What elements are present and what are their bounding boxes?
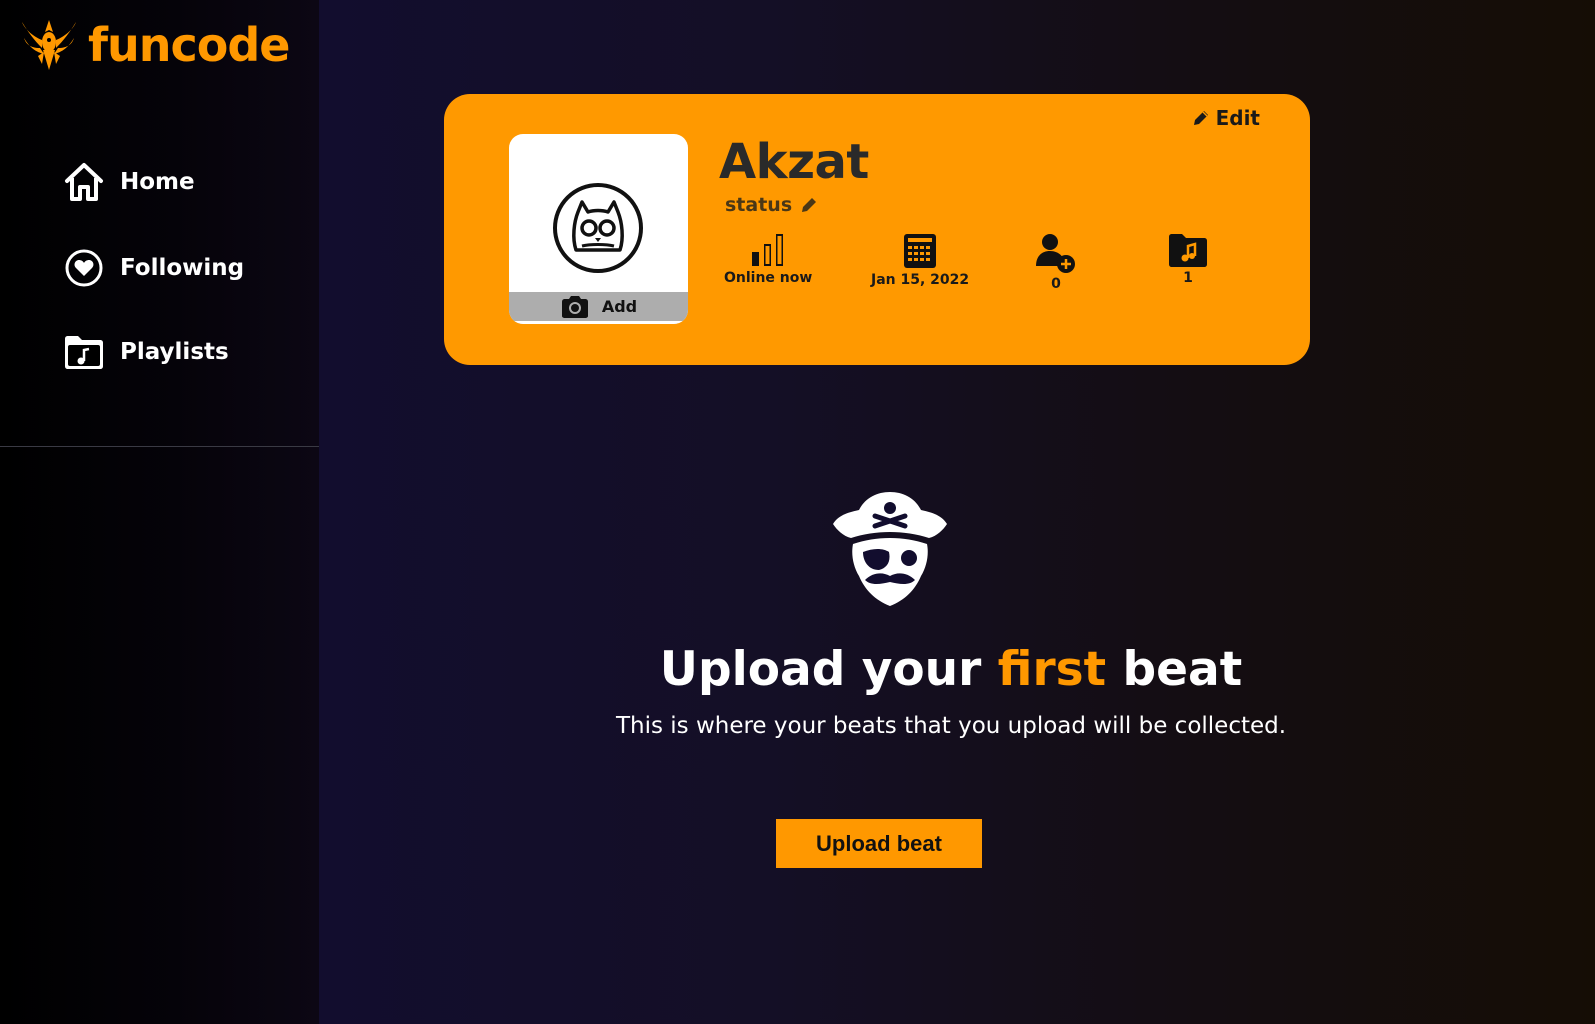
add-photo-label: Add [601, 297, 638, 316]
avatar[interactable]: Add [509, 134, 688, 324]
owl-avatar-icon [553, 183, 643, 273]
sidebar-divider [0, 446, 319, 447]
app-name: funcode [88, 18, 291, 72]
home-icon [62, 160, 106, 204]
heart-circle-icon [62, 246, 106, 290]
main-content: Edit Add Akzat status Online now Jan 15,… [319, 0, 1595, 1024]
sidebar-item-home[interactable]: Home [62, 160, 195, 204]
stat-label: 0 [1051, 276, 1061, 292]
stat-label: Jan 15, 2022 [871, 272, 970, 288]
sidebar-item-label: Home [120, 169, 195, 195]
empty-state-title: Upload your first beat [659, 642, 1243, 697]
add-user-icon [1036, 234, 1075, 273]
signal-bars-icon [752, 234, 784, 266]
edit-profile-button[interactable]: Edit [1192, 106, 1260, 130]
stat-label: Online now [724, 270, 813, 286]
pencil-icon [1193, 111, 1208, 125]
upload-beat-button[interactable]: Upload beat [776, 819, 982, 868]
stat-playlists: 1 [1167, 232, 1209, 286]
camera-icon [561, 295, 588, 318]
status-field[interactable]: status [725, 194, 818, 216]
music-folder-icon [62, 330, 106, 374]
sidebar-item-playlists[interactable]: Playlists [62, 330, 229, 374]
stat-joined: Jan 15, 2022 [871, 232, 969, 288]
sidebar: funcode Home Following Playlists [0, 0, 319, 1024]
calendar-icon [904, 234, 937, 268]
sidebar-item-label: Playlists [120, 339, 229, 365]
add-photo-button[interactable]: Add [509, 292, 688, 324]
empty-state: Upload your first beat This is where you… [319, 490, 1443, 739]
logo[interactable]: funcode [20, 18, 291, 72]
music-folder-icon [1169, 234, 1207, 267]
stat-followers: 0 [1034, 232, 1078, 292]
pirate-icon [833, 492, 947, 606]
profile-card: Edit Add Akzat status Online now Jan 15,… [444, 94, 1310, 365]
stat-online: Online now [724, 232, 812, 286]
empty-state-description: This is where your beats that you upload… [615, 713, 1287, 739]
stat-label: 1 [1183, 270, 1193, 286]
phoenix-logo-icon [22, 20, 76, 70]
pencil-icon [802, 198, 817, 212]
sidebar-item-label: Following [120, 255, 245, 281]
profile-name: Akzat [719, 134, 869, 190]
sidebar-item-following[interactable]: Following [62, 246, 244, 290]
status-label: status [725, 194, 793, 216]
edit-label: Edit [1215, 106, 1260, 130]
